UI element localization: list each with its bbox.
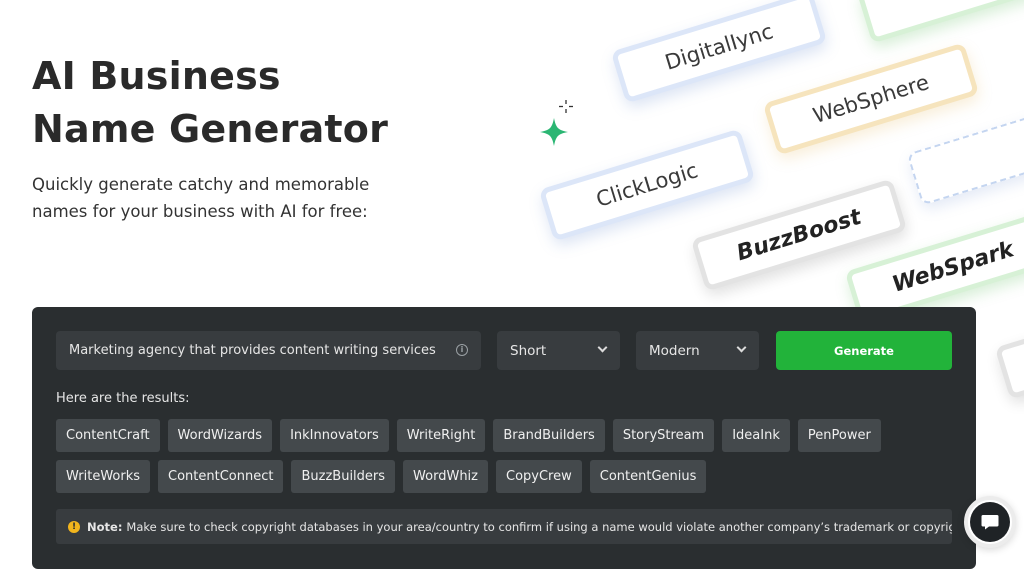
name-style-value: Modern xyxy=(649,342,700,359)
name-card-label: WebSpark xyxy=(889,236,1017,298)
results-label: Here are the results: xyxy=(56,391,190,406)
page-title-line-1: AI Business xyxy=(32,54,281,98)
chevron-down-icon xyxy=(597,342,608,353)
chat-button[interactable] xyxy=(964,496,1016,548)
name-card-empty xyxy=(994,286,1024,400)
sparkle-icon xyxy=(540,100,573,146)
generate-button[interactable]: Generate xyxy=(776,331,952,370)
name-card-label: DigitalIync xyxy=(662,19,776,75)
page-subtitle: Quickly generate catchy and memorable na… xyxy=(32,175,370,221)
chat-button-inner xyxy=(970,502,1010,542)
name-card-label: WebSphere xyxy=(810,70,932,128)
result-chip[interactable]: BrandBuilders xyxy=(493,419,605,452)
result-chip[interactable]: ContentCraft xyxy=(56,419,160,452)
result-chip[interactable]: WordWhiz xyxy=(403,460,488,493)
name-card: WebSphere xyxy=(762,42,980,156)
result-chip[interactable]: PenPower xyxy=(797,419,881,452)
name-style-select[interactable]: Modern xyxy=(636,331,759,370)
result-chip[interactable]: WordWizards xyxy=(167,419,273,452)
result-chip[interactable]: StoryStream xyxy=(612,419,715,452)
results-list: ContentCraft WordWizards InkInnovators W… xyxy=(56,419,956,501)
result-chip[interactable]: ContentGenius xyxy=(589,460,707,493)
results-row: WriteWorks ContentConnect BuzzBuilders W… xyxy=(56,460,956,493)
note-label: Note: xyxy=(87,519,123,534)
name-length-value: Short xyxy=(510,342,547,359)
page-title-line-2: Name Generator xyxy=(32,107,389,151)
info-icon[interactable]: i xyxy=(456,344,468,356)
result-chip[interactable]: BuzzBuilders xyxy=(291,460,396,493)
result-chip[interactable]: WriteRight xyxy=(396,419,486,452)
result-chip[interactable]: InkInnovators xyxy=(280,419,389,452)
name-card-label: BuzzBoost xyxy=(733,204,865,266)
name-length-select[interactable]: Short xyxy=(497,331,620,370)
copyright-note: ! Note: Make sure to check copyright dat… xyxy=(56,509,952,544)
chevron-down-icon xyxy=(736,342,747,353)
result-chip[interactable]: WriteWorks xyxy=(56,460,151,493)
name-card-label: ClickLogic xyxy=(593,158,701,212)
generator-panel: Marketing agency that provides content w… xyxy=(32,307,976,569)
results-row: ContentCraft WordWizards InkInnovators W… xyxy=(56,419,956,452)
page-title: AI Business Name Generator xyxy=(32,50,388,156)
name-card-empty xyxy=(856,0,1024,44)
business-description-input[interactable]: Marketing agency that provides content w… xyxy=(56,331,481,370)
name-card: DigitalIync xyxy=(610,0,828,104)
note-text: Make sure to check copyright databases i… xyxy=(126,519,952,534)
chat-bubble-icon xyxy=(981,515,999,530)
result-chip[interactable]: ContentConnect xyxy=(158,460,284,493)
business-description-value: Marketing agency that provides content w… xyxy=(69,343,436,358)
result-chip[interactable]: CopyCrew xyxy=(496,460,582,493)
result-chip[interactable]: IdeaInk xyxy=(722,419,790,452)
warning-icon: ! xyxy=(68,520,80,533)
